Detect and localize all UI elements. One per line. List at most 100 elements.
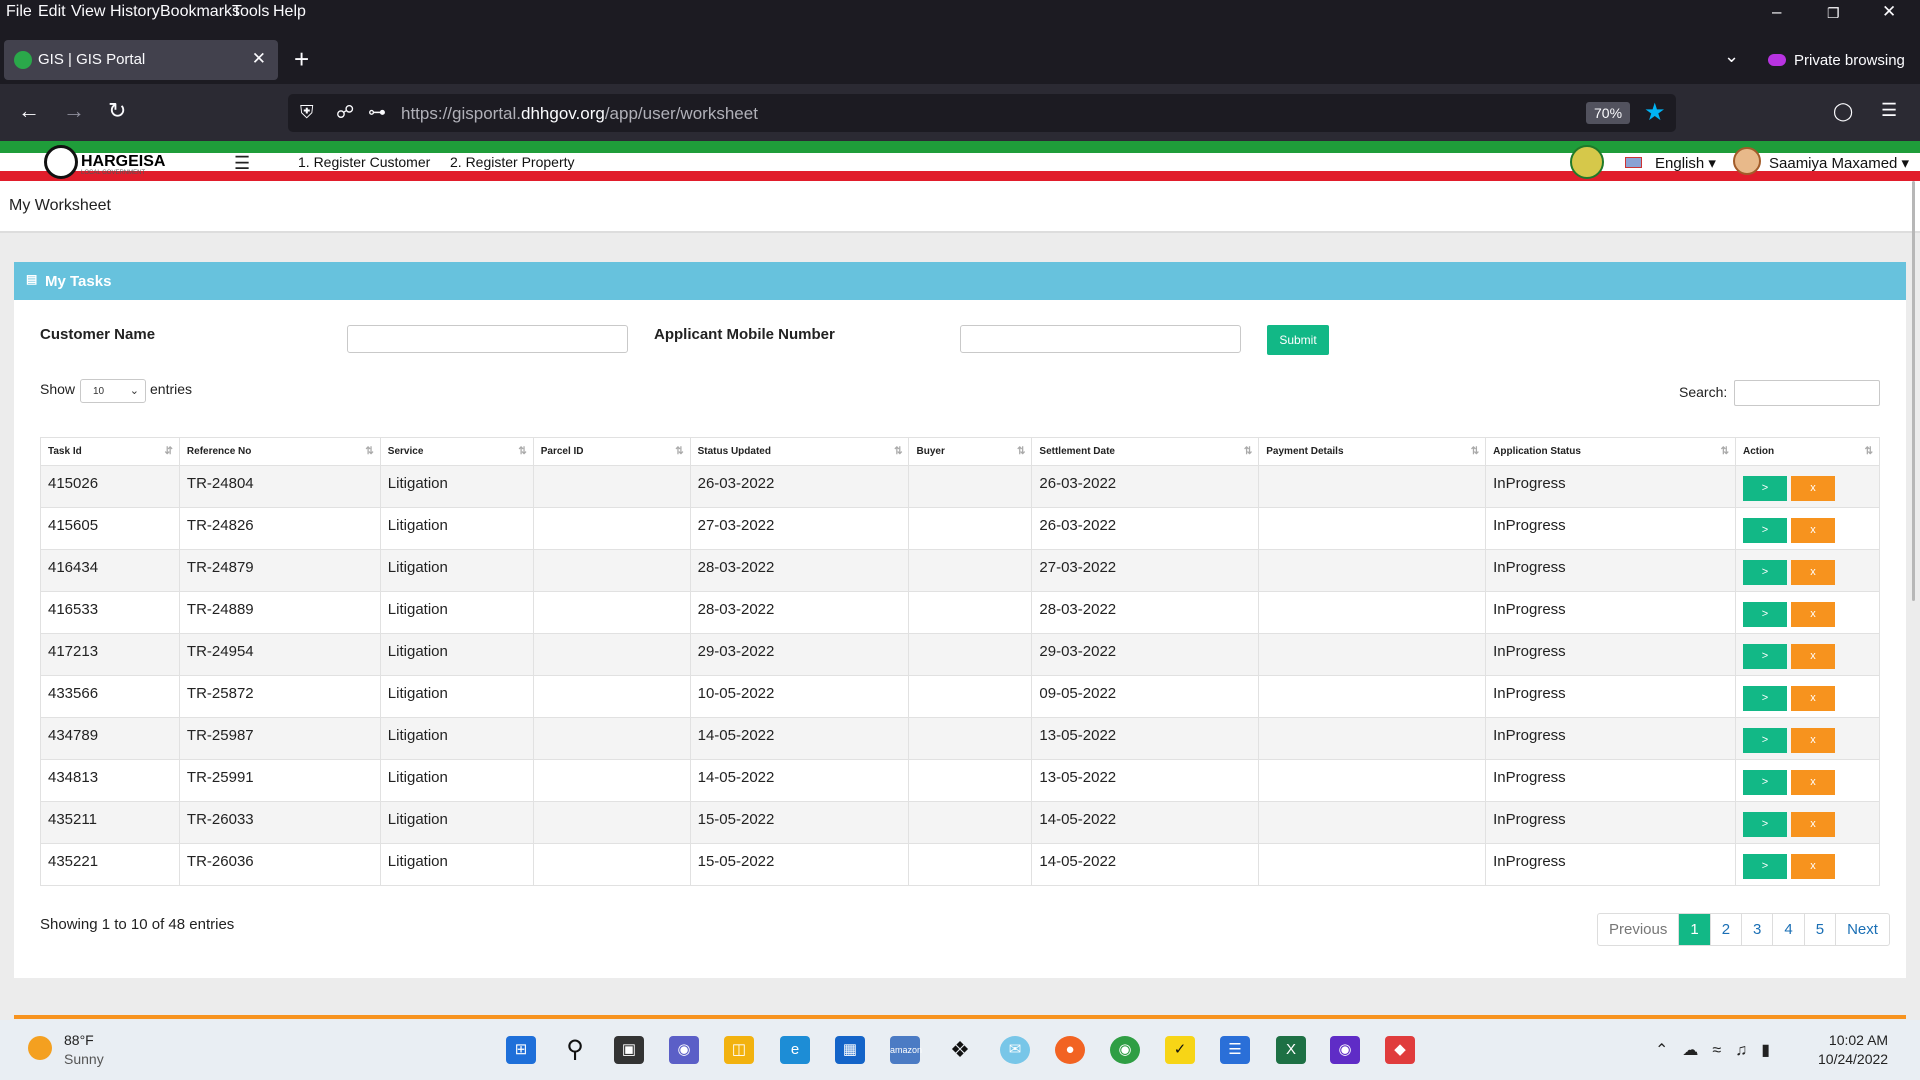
hargeisa-logo-icon[interactable]: [44, 145, 78, 179]
open-task-button[interactable]: >: [1742, 854, 1787, 879]
sort-icon[interactable]: ⇅: [1244, 446, 1252, 457]
column-header[interactable]: Reference No ⇅: [178, 437, 381, 466]
chrome-icon[interactable]: ◉: [1110, 1036, 1140, 1064]
app-menu-icon[interactable]: ☰: [1881, 100, 1897, 121]
open-task-button[interactable]: >: [1742, 728, 1787, 753]
sort-icon[interactable]: ⇅: [518, 446, 526, 457]
remove-task-button[interactable]: x: [1790, 686, 1835, 711]
shield-icon[interactable]: ⛨: [300, 102, 314, 123]
sort-icon[interactable]: ⇅: [365, 446, 373, 457]
page-button[interactable]: 1: [1678, 914, 1710, 945]
sort-icon[interactable]: ⇅: [1721, 446, 1729, 457]
open-task-button[interactable]: >: [1742, 518, 1787, 543]
sort-icon[interactable]: ⇅: [675, 446, 683, 457]
dropbox-icon[interactable]: ❖: [945, 1036, 975, 1064]
menu-help[interactable]: Help: [273, 3, 306, 21]
weather-desc[interactable]: Sunny: [64, 1051, 104, 1067]
column-header[interactable]: Parcel ID ⇅: [532, 437, 691, 466]
mail-icon[interactable]: ✉: [1000, 1036, 1030, 1064]
reload-icon[interactable]: ↻: [108, 98, 126, 124]
page-scrollbar[interactable]: [1912, 181, 1915, 601]
clock[interactable]: 10:02 AM 10/24/2022: [1818, 1032, 1888, 1067]
menu-bookmarks[interactable]: Bookmarks: [160, 3, 240, 21]
column-header[interactable]: Service ⇅: [379, 437, 534, 466]
list-tabs-icon[interactable]: ⌄: [1724, 46, 1739, 67]
tab-gis-portal[interactable]: GIS | GIS Portal ✕: [4, 40, 278, 80]
remove-task-button[interactable]: x: [1790, 518, 1835, 543]
register-customer-link[interactable]: 1. Register Customer: [298, 154, 430, 170]
remove-task-button[interactable]: x: [1790, 728, 1835, 753]
open-task-button[interactable]: >: [1742, 812, 1787, 837]
page-button[interactable]: 4: [1772, 914, 1803, 945]
page-button[interactable]: 3: [1741, 914, 1772, 945]
sort-icon[interactable]: ⇅: [1471, 446, 1479, 457]
open-task-button[interactable]: >: [1742, 602, 1787, 627]
customer-name-input[interactable]: [347, 325, 628, 353]
open-task-button[interactable]: >: [1742, 770, 1787, 795]
system-tray[interactable]: ⌃☁≈♫▮: [1655, 1040, 1784, 1060]
open-task-button[interactable]: >: [1742, 560, 1787, 585]
remove-task-button[interactable]: x: [1790, 560, 1835, 585]
search-taskbar-icon[interactable]: ⚲: [560, 1036, 590, 1064]
start-icon[interactable]: ⊞: [506, 1036, 536, 1064]
column-header[interactable]: Task Id ⇵: [40, 437, 180, 466]
menu-history[interactable]: History: [110, 3, 160, 21]
menu-edit[interactable]: Edit: [38, 3, 66, 21]
column-header[interactable]: Action ⇅: [1734, 437, 1881, 466]
column-header[interactable]: Settlement Date ⇅: [1031, 437, 1260, 466]
sort-icon[interactable]: ⇅: [894, 446, 902, 457]
firefox-icon[interactable]: ●: [1055, 1036, 1085, 1064]
file-explorer-icon[interactable]: ◫: [724, 1036, 754, 1064]
remove-task-button[interactable]: x: [1790, 854, 1835, 879]
menu-tools[interactable]: Tools: [232, 3, 269, 21]
sort-icon[interactable]: ⇅: [1017, 446, 1025, 457]
excel-icon[interactable]: X: [1276, 1036, 1306, 1064]
language-dropdown[interactable]: English ▾: [1655, 154, 1716, 172]
submit-button[interactable]: Submit: [1267, 325, 1329, 355]
sort-icon[interactable]: ⇅: [1865, 446, 1873, 457]
forward-icon[interactable]: →: [63, 98, 85, 124]
column-header[interactable]: Payment Details ⇅: [1258, 437, 1487, 466]
weather-temp[interactable]: 88°F: [64, 1032, 94, 1048]
search-input[interactable]: [1734, 380, 1880, 406]
store-icon[interactable]: ▦: [835, 1036, 865, 1064]
edge-icon[interactable]: e: [780, 1036, 810, 1064]
key-icon[interactable]: ⊶: [368, 102, 386, 123]
open-task-button[interactable]: >: [1742, 476, 1787, 501]
mobile-number-input[interactable]: [960, 325, 1241, 353]
remove-task-button[interactable]: x: [1790, 602, 1835, 627]
close-window-icon[interactable]: ✕: [1882, 2, 1896, 22]
norton-icon[interactable]: ✓: [1165, 1036, 1195, 1064]
bookmark-star-icon[interactable]: ★: [1644, 98, 1666, 127]
pocket-icon[interactable]: ◯: [1833, 101, 1853, 122]
remove-task-button[interactable]: x: [1790, 644, 1835, 669]
sort-ascending-icon[interactable]: ⇵: [165, 446, 173, 457]
address-bar[interactable]: ⛨ ☍ ⊶ https://gisportal.dhhgov.org/app/u…: [288, 94, 1676, 132]
anydesk-icon[interactable]: ◆: [1385, 1036, 1415, 1064]
remove-task-button[interactable]: x: [1790, 770, 1835, 795]
user-avatar[interactable]: [1733, 147, 1761, 175]
menu-view[interactable]: View: [71, 3, 105, 21]
page-button[interactable]: 2: [1709, 914, 1741, 945]
lock-icon[interactable]: ☍: [336, 102, 354, 123]
column-header[interactable]: Application Status ⇅: [1485, 437, 1736, 466]
menu-file[interactable]: File: [6, 3, 32, 21]
notepad-icon[interactable]: ☰: [1220, 1036, 1250, 1064]
sidebar-toggle-icon[interactable]: ☰: [234, 153, 250, 174]
zoom-indicator[interactable]: 70%: [1586, 102, 1631, 124]
minimize-icon[interactable]: –: [1772, 2, 1781, 22]
new-tab-icon[interactable]: +: [294, 44, 309, 75]
url-text[interactable]: https://gisportal.dhhgov.org/app/user/wo…: [401, 104, 758, 124]
task-view-icon[interactable]: ▣: [614, 1036, 644, 1064]
column-header[interactable]: Status Updated ⇅: [689, 437, 910, 466]
page-button[interactable]: 5: [1803, 914, 1835, 945]
weather-sun-icon[interactable]: [28, 1036, 52, 1060]
register-property-link[interactable]: 2. Register Property: [450, 154, 575, 170]
remove-task-button[interactable]: x: [1790, 476, 1835, 501]
restore-icon[interactable]: ❐: [1827, 5, 1840, 22]
firefox-private-icon[interactable]: ◉: [1330, 1036, 1360, 1064]
entries-length-select[interactable]: 10 ⌄: [80, 379, 146, 403]
column-header[interactable]: Buyer ⇅: [908, 437, 1033, 466]
user-menu[interactable]: Saamiya Maxamed ▾: [1769, 154, 1909, 172]
close-tab-icon[interactable]: ✕: [252, 49, 266, 69]
